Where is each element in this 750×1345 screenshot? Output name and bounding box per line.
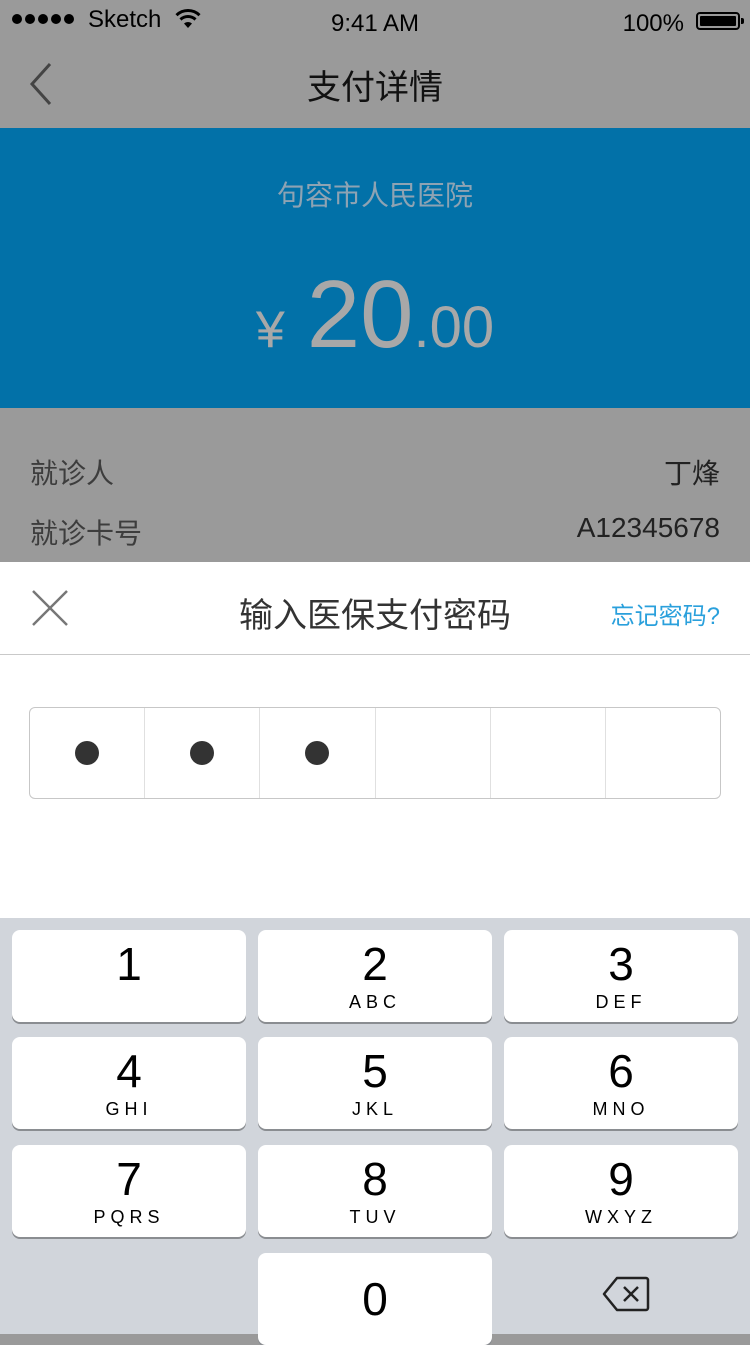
payment-details: 就诊人 丁烽 就诊卡号 A12345678	[0, 408, 750, 562]
key-4[interactable]: 4 GHI	[12, 1037, 246, 1129]
key-7[interactable]: 7 PQRS	[12, 1145, 246, 1237]
key-8[interactable]: 8 TUV	[258, 1145, 492, 1237]
password-input[interactable]	[29, 707, 721, 799]
key-letters: DEF	[595, 992, 647, 1012]
key-letters: MNO	[592, 1099, 650, 1119]
key-digit: 9	[608, 1153, 634, 1205]
key-digit: 8	[362, 1153, 388, 1205]
pin-digit-cell	[606, 708, 720, 798]
detail-row-patient: 就诊人 丁烽	[30, 452, 720, 492]
detail-label: 就诊卡号	[30, 518, 143, 549]
key-5[interactable]: 5 JKL	[258, 1037, 492, 1129]
amount-integer: 20	[306, 261, 414, 368]
key-letters: GHI	[105, 1099, 153, 1119]
detail-row-card-number: 就诊卡号 A12345678	[30, 512, 720, 552]
key-digit: 5	[362, 1045, 388, 1097]
delete-key[interactable]	[504, 1252, 738, 1334]
currency-symbol: ¥	[255, 301, 285, 359]
key-digit: 7	[116, 1153, 142, 1205]
navigation-bar: 支付详情	[0, 44, 750, 128]
pin-dot	[190, 741, 215, 765]
key-letters: TUV	[349, 1207, 401, 1227]
key-3[interactable]: 3 DEF	[504, 930, 738, 1022]
battery-icon	[696, 12, 744, 30]
key-digit: 4	[116, 1045, 142, 1097]
pin-digit-cell	[260, 708, 376, 798]
status-bar: Sketch 9:41 AM 100%	[0, 0, 750, 44]
forgot-password-link[interactable]: 忘记密码?	[611, 596, 720, 631]
pin-digit-cell	[491, 708, 606, 798]
detail-value: A12345678	[576, 512, 720, 543]
key-digit: 3	[608, 938, 634, 990]
detail-label: 就诊人	[30, 458, 115, 489]
hospital-name: 句容市人民医院	[276, 180, 473, 211]
key-9[interactable]: 9 WXYZ	[504, 1145, 738, 1237]
key-letters: JKL	[351, 1099, 399, 1119]
sheet-header: 输入医保支付密码 忘记密码?	[0, 562, 750, 655]
amount-decimal: .00	[413, 295, 495, 360]
pin-dot	[305, 741, 330, 765]
key-digit: 6	[608, 1045, 634, 1097]
key-letters: PQRS	[93, 1207, 165, 1227]
key-6[interactable]: 6 MNO	[504, 1037, 738, 1129]
key-0[interactable]: 0	[258, 1253, 492, 1345]
pin-digit-cell	[376, 708, 491, 798]
backspace-icon	[602, 1276, 650, 1312]
payment-summary-banner: 句容市人民医院 ¥20.00	[0, 128, 750, 408]
detail-value: 丁烽	[663, 458, 720, 489]
pin-digit-cell	[145, 708, 261, 798]
key-letters: WXYZ	[585, 1207, 657, 1227]
password-sheet: 输入医保支付密码 忘记密码?	[0, 562, 750, 918]
key-2[interactable]: 2 ABC	[258, 930, 492, 1022]
payment-amount: ¥20.00	[0, 260, 750, 370]
key-digit: 0	[362, 1273, 388, 1325]
pin-digit-cell	[30, 708, 146, 798]
battery-percentage: 100%	[622, 10, 684, 37]
key-digit: 2	[362, 938, 388, 990]
key-letters: ABC	[348, 992, 401, 1012]
key-digit: 1	[116, 938, 142, 990]
key-1[interactable]: 1	[12, 930, 246, 1022]
page-title: 支付详情	[307, 69, 443, 107]
pin-dot	[75, 741, 100, 765]
